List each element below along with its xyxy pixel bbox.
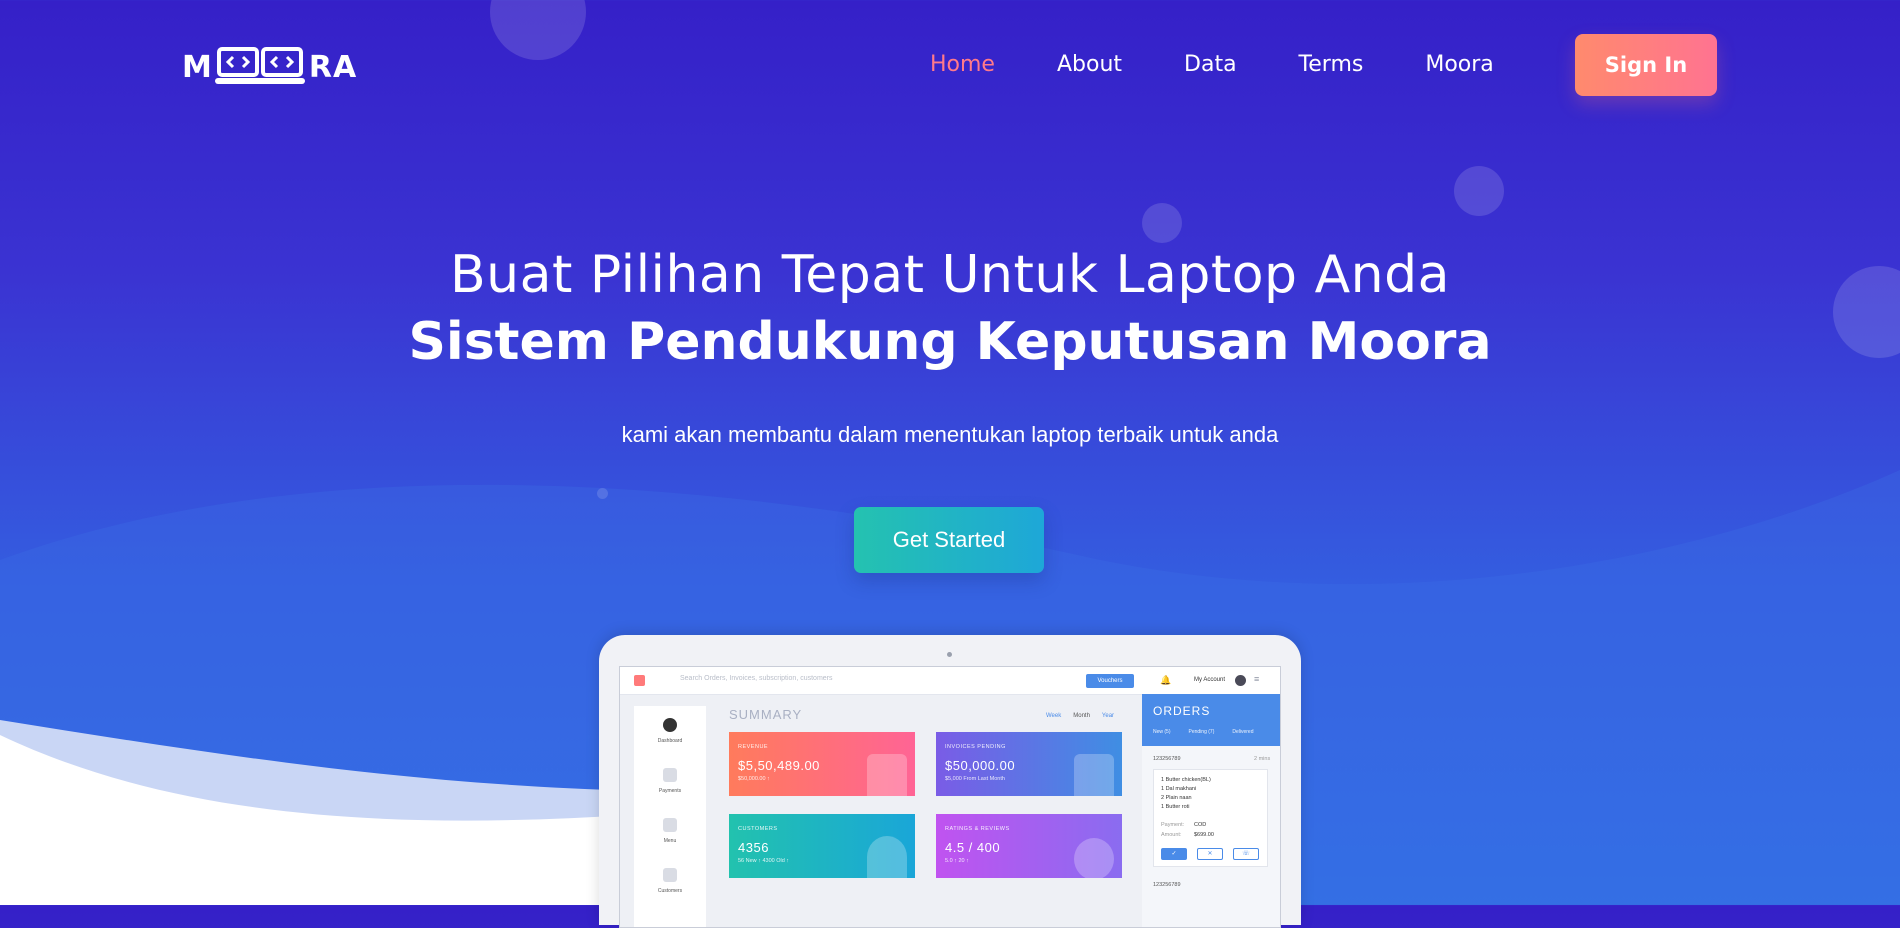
laptop-code-icon [214, 47, 305, 84]
mockup-topbar: Search Orders, Invoices, subscription, c… [620, 667, 1280, 695]
nav-link-terms[interactable]: Terms [1299, 50, 1364, 80]
laptop-mockup: Search Orders, Invoices, subscription, c… [599, 635, 1301, 928]
amount-label: Amount: [1161, 832, 1182, 838]
mockup-logo-icon [634, 675, 645, 686]
card-label: REVENUE [738, 744, 769, 750]
sign-in-button[interactable]: Sign In [1575, 34, 1717, 96]
mockup-sidebar-label: Dashboard [657, 738, 683, 744]
star-icon [1074, 838, 1114, 878]
mockup-sidebar-item: Payments [634, 768, 706, 794]
nav-link-about[interactable]: About [1057, 50, 1122, 80]
nav-link-home[interactable]: Home [930, 50, 995, 80]
hero-subtitle-bold: Sistem Pendukung Keputusan Moora [408, 312, 1492, 372]
card-label: INVOICES PENDING [945, 744, 1006, 750]
invoices-card: INVOICES PENDING $50,000.00 $5,000 From … [936, 732, 1122, 796]
card-sub: $50,000.00 ↑ [738, 776, 770, 782]
card-sub: 56 New ↑ 4300 Old ↑ [738, 858, 790, 864]
site-logo[interactable]: M RA [182, 46, 357, 88]
card-value: $50,000.00 [945, 758, 1016, 773]
orders-panel: ORDERS New (5) Pending (7) Delivered 123… [1142, 694, 1280, 927]
mockup-voucher-button: Vouchers [1086, 674, 1134, 688]
order-item: 1 Butter roti [1161, 804, 1190, 810]
order-item: 1 Dal makhani [1161, 786, 1197, 792]
orders-tab: Pending (7) [1188, 729, 1215, 735]
reject-icon: ✕ [1197, 848, 1223, 860]
customers-icon [663, 868, 677, 882]
decor-circle [1454, 166, 1504, 216]
mockup-account-label: My Account [1194, 677, 1226, 683]
card-value: 4356 [738, 840, 769, 855]
period-tab: Year [1101, 713, 1115, 719]
order-card: 1 Butter chicken(BL) 1 Dal makhani 2 Pla… [1153, 769, 1268, 867]
decor-circle [1142, 203, 1182, 243]
orders-header: ORDERS New (5) Pending (7) Delivered [1142, 694, 1280, 746]
card-sub: $5,000 From Last Month [945, 776, 1005, 782]
order-id: 123256789 [1153, 756, 1181, 762]
order-item: 1 Butter chicken(BL) [1161, 777, 1211, 783]
orders-tab: Delivered [1232, 729, 1254, 735]
decor-circle [597, 488, 608, 499]
hamburger-icon: ≡ [1254, 674, 1260, 684]
mockup-sidebar: Dashboard Payments Menu Customers [634, 706, 706, 927]
top-navbar: M RA Home About Data Terms Moora Sign In [0, 0, 1900, 130]
order-time: 2 mins [1254, 756, 1271, 762]
period-tab: Month [1073, 713, 1090, 719]
payment-value: COD [1194, 822, 1207, 828]
ratings-card: RATINGS & REVIEWS 4.5 / 400 5.0 ↑ 20 ↑ [936, 814, 1122, 878]
phone-icon: ☏ [1233, 848, 1259, 860]
mockup-sidebar-item: Dashboard [634, 718, 706, 744]
card-value: $5,50,489.00 [738, 758, 820, 773]
logo-text-left: M [182, 49, 213, 85]
order-id: 123256789 [1153, 882, 1181, 888]
revenue-card: REVENUE $5,50,489.00 $50,000.00 ↑ [729, 732, 915, 796]
card-label: CUSTOMERS [738, 826, 778, 832]
hero-title: Buat Pilihan Tepat Untuk Laptop Anda [450, 245, 1450, 305]
main-menu: Home About Data Terms Moora [930, 50, 1556, 80]
card-value: 4.5 / 400 [945, 840, 1001, 855]
checklist-icon [1074, 754, 1114, 796]
nav-link-data[interactable]: Data [1184, 50, 1237, 80]
menu-icon [663, 818, 677, 832]
mockup-search: Search Orders, Invoices, subscription, c… [680, 675, 833, 682]
mockup-sidebar-item: Menu [634, 818, 706, 844]
accept-icon: ✓ [1161, 848, 1187, 860]
summary-title: SUMMARY [729, 707, 803, 722]
customers-card: CUSTOMERS 4356 56 New ↑ 4300 Old ↑ [729, 814, 915, 878]
payments-icon [663, 768, 677, 782]
orders-tab: New (5) [1153, 729, 1171, 735]
users-icon [867, 836, 907, 878]
dashboard-screenshot: Search Orders, Invoices, subscription, c… [619, 666, 1281, 928]
card-sub: 5.0 ↑ 20 ↑ [945, 858, 969, 864]
wallet-icon [867, 754, 907, 796]
camera-dot [947, 652, 952, 657]
dashboard-icon [663, 718, 677, 732]
bell-icon: 🔔 [1160, 675, 1172, 685]
get-started-button[interactable]: Get Started [854, 507, 1044, 573]
hero-description: kami akan membantu dalam menentukan lapt… [621, 422, 1279, 447]
mockup-sidebar-label: Menu [663, 838, 677, 844]
avatar [1235, 675, 1246, 686]
nav-link-moora[interactable]: Moora [1425, 50, 1493, 80]
period-tab: Week [1046, 713, 1062, 719]
logo-text-right: RA [308, 49, 358, 85]
mockup-sidebar-item: Customers [634, 868, 706, 894]
mockup-sidebar-label: Customers [657, 888, 683, 894]
card-label: RATINGS & REVIEWS [945, 826, 1010, 832]
mockup-sidebar-label: Payments [658, 788, 682, 794]
summary-period-tabs: Week Month Year [1046, 713, 1114, 719]
order-item: 2 Plain naan [1161, 795, 1192, 801]
amount-value: $699.00 [1194, 832, 1214, 838]
payment-label: Payment: [1161, 822, 1185, 828]
orders-tabs: New (5) Pending (7) Delivered [1153, 729, 1254, 735]
orders-title: ORDERS [1153, 704, 1211, 718]
